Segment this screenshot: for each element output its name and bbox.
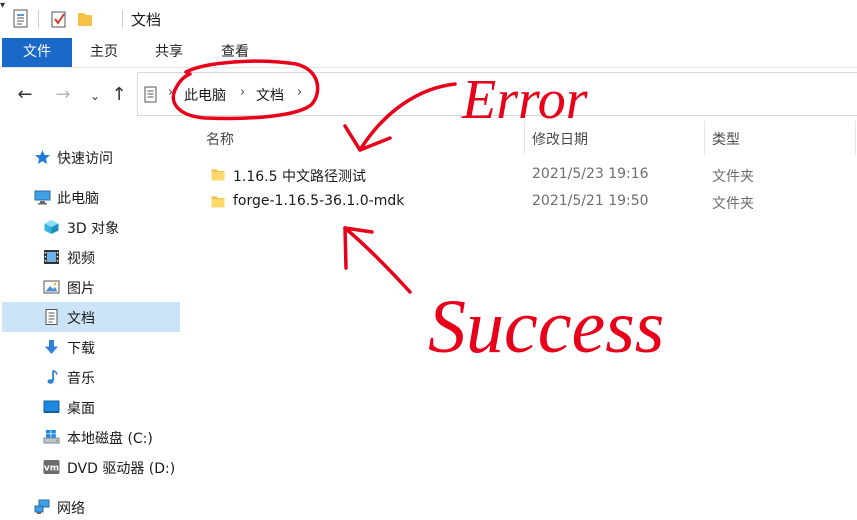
network-icon: [34, 499, 50, 514]
music-note-icon: [47, 369, 58, 384]
document-icon: [45, 309, 58, 325]
sidebar-item-label: 音乐: [67, 371, 95, 387]
address-bar[interactable]: › 此电脑 › 文档 ›: [137, 72, 857, 116]
sidebar-item-label: 图片: [67, 281, 95, 297]
sidebar-item-this-pc[interactable]: 此电脑: [2, 182, 180, 212]
column-divider[interactable]: [855, 121, 856, 155]
forward-button[interactable]: →: [52, 84, 74, 106]
title-separator: [38, 10, 39, 28]
sidebar-item-label: 此电脑: [57, 191, 99, 207]
desktop-icon: [43, 400, 60, 413]
document-properties-icon[interactable]: [12, 9, 30, 29]
folder-icon: [211, 169, 225, 181]
sidebar-item-documents[interactable]: 文档: [2, 302, 180, 332]
tab-share[interactable]: 共享: [144, 38, 194, 67]
windows-drive-icon: [43, 430, 60, 444]
sidebar-item-label: 本地磁盘 (C:): [67, 431, 153, 447]
title-bar: ▾ 文档: [0, 0, 857, 38]
tab-home[interactable]: 主页: [80, 38, 128, 67]
computer-icon: [34, 190, 51, 205]
tab-file[interactable]: 文件: [2, 38, 72, 67]
sidebar-item-label: 文档: [67, 311, 95, 327]
breadcrumb-documents[interactable]: 文档: [256, 85, 284, 105]
file-date: 2021/5/23 19:16: [532, 166, 649, 182]
ribbon-tabs: 文件 主页 共享 查看: [0, 38, 857, 68]
folder-icon: [211, 196, 225, 208]
sidebar-item-local-disk-c[interactable]: 本地磁盘 (C:): [2, 422, 180, 452]
file-name: forge-1.16.5-36.1.0-mdk: [233, 193, 405, 209]
sidebar-item-network[interactable]: 网络: [2, 492, 180, 520]
sidebar-item-3d-objects[interactable]: 3D 对象: [2, 212, 180, 242]
sidebar-item-pictures[interactable]: 图片: [2, 272, 180, 302]
column-header-date[interactable]: 修改日期: [532, 129, 588, 149]
breadcrumb-separator[interactable]: ›: [297, 85, 302, 100]
file-type: 文件夹: [712, 169, 754, 185]
sidebar-item-label: 下载: [67, 341, 95, 357]
column-divider[interactable]: [704, 121, 705, 155]
navigation-pane: 快速访问 此电脑 3D 对象 视频 图片 文档 下载 音乐 桌面 本地磁盘 (C…: [0, 140, 181, 520]
address-row: ← → ⌄ ↑ › 此电脑 › 文档 ›: [0, 69, 857, 119]
download-arrow-icon: [45, 340, 58, 354]
sidebar-item-music[interactable]: 音乐: [2, 362, 180, 392]
file-row[interactable]: forge-1.16.5-36.1.0-mdk 2021/5/21 19:50 …: [181, 189, 857, 216]
svg-text:vm: vm: [44, 464, 59, 474]
sidebar-item-label: DVD 驱动器 (D:): [67, 461, 176, 477]
file-name: 1.16.5 中文路径测试: [233, 169, 366, 185]
picture-icon: [43, 280, 60, 294]
sidebar-item-label: 桌面: [67, 401, 95, 417]
sidebar-item-label: 快速访问: [57, 151, 113, 167]
film-icon: [44, 250, 59, 264]
breadcrumb-separator[interactable]: ›: [168, 85, 173, 100]
title-separator: [122, 10, 123, 28]
column-header-type[interactable]: 类型: [712, 129, 740, 149]
file-date: 2021/5/21 19:50: [532, 193, 649, 209]
star-icon: [35, 150, 50, 164]
sidebar-item-label: 3D 对象: [67, 221, 120, 237]
back-button[interactable]: ←: [14, 84, 36, 106]
column-divider[interactable]: [524, 121, 525, 155]
sidebar-item-label: 网络: [57, 501, 85, 517]
checkbox-icon[interactable]: [50, 9, 68, 29]
sidebar-item-quick-access[interactable]: 快速访问: [2, 142, 180, 172]
breadcrumb-separator[interactable]: ›: [240, 85, 245, 100]
sidebar-item-dvd-drive-d[interactable]: vm DVD 驱动器 (D:): [2, 452, 180, 482]
tab-view[interactable]: 查看: [210, 38, 260, 67]
file-type: 文件夹: [712, 196, 754, 212]
window-title: 文档: [131, 11, 162, 29]
cube-icon: [44, 220, 59, 234]
document-icon: [144, 86, 157, 103]
sidebar-item-videos[interactable]: 视频: [2, 242, 180, 272]
sidebar-item-desktop[interactable]: 桌面: [2, 392, 180, 422]
file-row[interactable]: 1.16.5 中文路径测试 2021/5/23 19:16 文件夹: [181, 162, 857, 189]
sidebar-item-label: 视频: [67, 251, 95, 267]
folder-icon[interactable]: [76, 9, 94, 29]
column-headers: 名称 修改日期 类型: [181, 119, 857, 157]
file-list: 名称 修改日期 类型 1.16.5 中文路径测试 2021/5/23 19:16…: [181, 119, 857, 520]
recent-locations-button[interactable]: ⌄: [84, 85, 106, 107]
dropdown-arrow-icon[interactable]: ▾: [0, 0, 12, 14]
column-header-name[interactable]: 名称: [206, 129, 234, 149]
up-button[interactable]: ↑: [108, 84, 130, 106]
breadcrumb-this-pc[interactable]: 此电脑: [184, 85, 226, 105]
vm-drive-icon: vm: [43, 460, 60, 474]
sidebar-item-downloads[interactable]: 下载: [2, 332, 180, 362]
